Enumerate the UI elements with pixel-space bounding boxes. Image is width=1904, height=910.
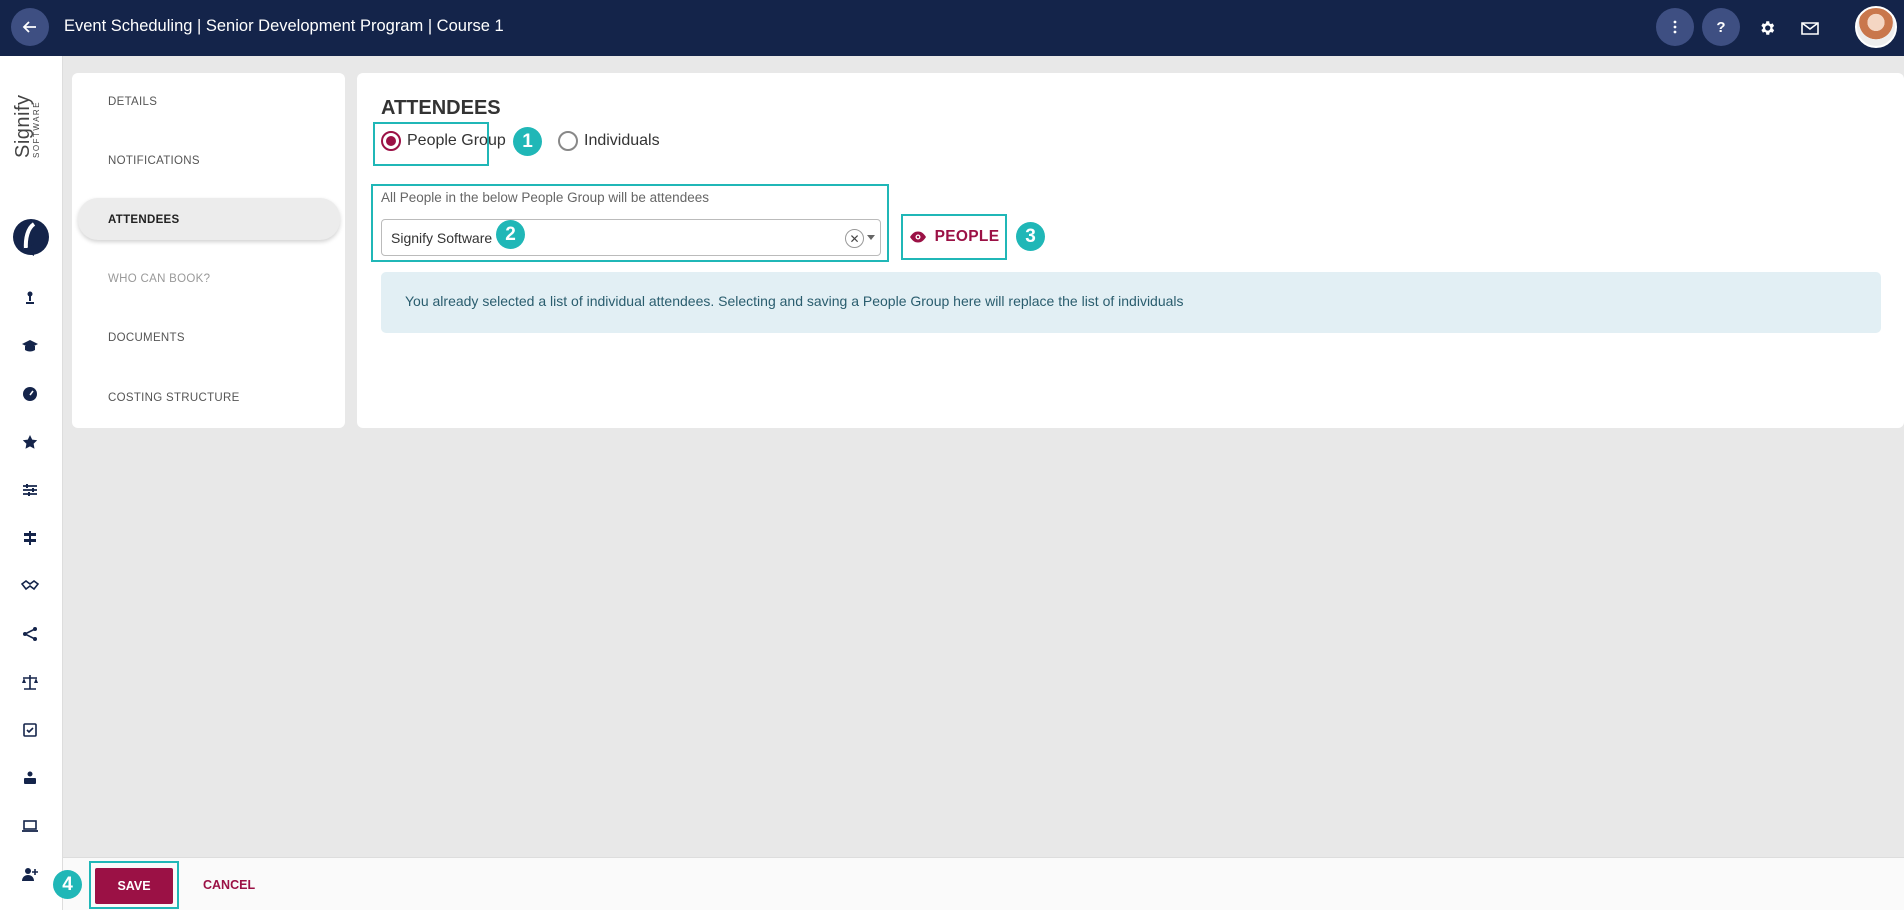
cancel-button[interactable]: CANCEL: [203, 878, 255, 892]
radio-individuals[interactable]: Individuals: [558, 131, 660, 151]
radio-people-group[interactable]: People Group: [381, 131, 506, 151]
sliders-icon[interactable]: [18, 478, 42, 502]
user-avatar[interactable]: [1855, 6, 1897, 48]
tab-details[interactable]: DETAILS: [108, 96, 157, 108]
signify-logo[interactable]: Signify SOFTWARE: [0, 86, 63, 256]
radio-checked-icon: [381, 131, 401, 151]
help-button[interactable]: ?: [1702, 8, 1740, 46]
top-bar: Event Scheduling | Senior Development Pr…: [0, 0, 1904, 56]
section-title: ATTENDEES: [381, 97, 501, 119]
top-actions: ?: [1644, 0, 1904, 56]
people-group-helper: All People in the below People Group wil…: [381, 190, 709, 205]
graduation-cap-icon[interactable]: [18, 334, 42, 358]
messages-button[interactable]: [1796, 14, 1824, 42]
mail-icon: [1801, 22, 1819, 35]
gear-icon: [1761, 21, 1775, 35]
attendees-panel: ATTENDEES People Group 1 Individuals All…: [357, 73, 1904, 428]
eye-icon: [909, 231, 926, 243]
step-badge-4: 4: [53, 870, 82, 899]
tab-documents[interactable]: DOCUMENTS: [108, 332, 185, 344]
people-group-select[interactable]: Signify Software ✕: [381, 219, 881, 256]
network-icon[interactable]: [18, 622, 42, 646]
save-button[interactable]: SAVE: [95, 868, 173, 904]
tab-notifications[interactable]: NOTIFICATIONS: [108, 155, 200, 167]
people-group-value: Signify Software: [391, 230, 493, 246]
chevron-down-icon[interactable]: [867, 235, 875, 240]
gauge-icon[interactable]: [18, 382, 42, 406]
radio-unchecked-icon: [558, 131, 578, 151]
alert-text: You already selected a list of individua…: [405, 293, 1184, 309]
signpost-icon[interactable]: [18, 526, 42, 550]
view-people-button[interactable]: PEOPLE: [907, 219, 1001, 255]
more-vertical-icon: [1673, 20, 1677, 34]
radio-individuals-label: Individuals: [584, 132, 660, 149]
view-people-label: PEOPLE: [934, 228, 1000, 245]
settings-button[interactable]: [1753, 14, 1781, 42]
step-badge-3: 3: [1016, 222, 1045, 251]
star-icon[interactable]: [18, 430, 42, 454]
tab-costing-structure[interactable]: COSTING STRUCTURE: [108, 392, 240, 404]
more-menu-button[interactable]: [1656, 8, 1694, 46]
footer-action-bar: SAVE CANCEL: [63, 857, 1904, 910]
back-button[interactable]: [11, 8, 49, 46]
help-icon: ?: [1716, 18, 1726, 36]
person-upload-icon[interactable]: [18, 286, 42, 310]
handshake-icon[interactable]: [18, 574, 42, 598]
tabs-panel: DETAILS NOTIFICATIONS ATTENDEES WHO CAN …: [72, 73, 345, 428]
logo-text: Signify SOFTWARE: [12, 78, 41, 158]
radio-people-group-label: People Group: [407, 132, 506, 149]
replace-individuals-alert: You already selected a list of individua…: [381, 272, 1881, 333]
left-navigation-rail: Signify SOFTWARE: [0, 56, 63, 910]
page-title: Event Scheduling | Senior Development Pr…: [64, 17, 504, 35]
clear-selection-icon[interactable]: ✕: [845, 229, 864, 248]
checkbox-calendar-icon[interactable]: [18, 718, 42, 742]
step-badge-2: 2: [496, 220, 525, 249]
person-box-icon[interactable]: [18, 766, 42, 790]
scales-icon[interactable]: [18, 670, 42, 694]
tab-who-can-book[interactable]: WHO CAN BOOK?: [108, 273, 210, 285]
laptop-icon[interactable]: [18, 814, 42, 838]
arrow-left-icon: [22, 21, 36, 33]
add-person-icon[interactable]: [18, 862, 42, 886]
logo-subtitle: SOFTWARE: [32, 100, 41, 158]
tab-attendees[interactable]: ATTENDEES: [108, 214, 180, 226]
step-badge-1: 1: [513, 127, 542, 156]
megaphone-icon[interactable]: [18, 238, 42, 262]
